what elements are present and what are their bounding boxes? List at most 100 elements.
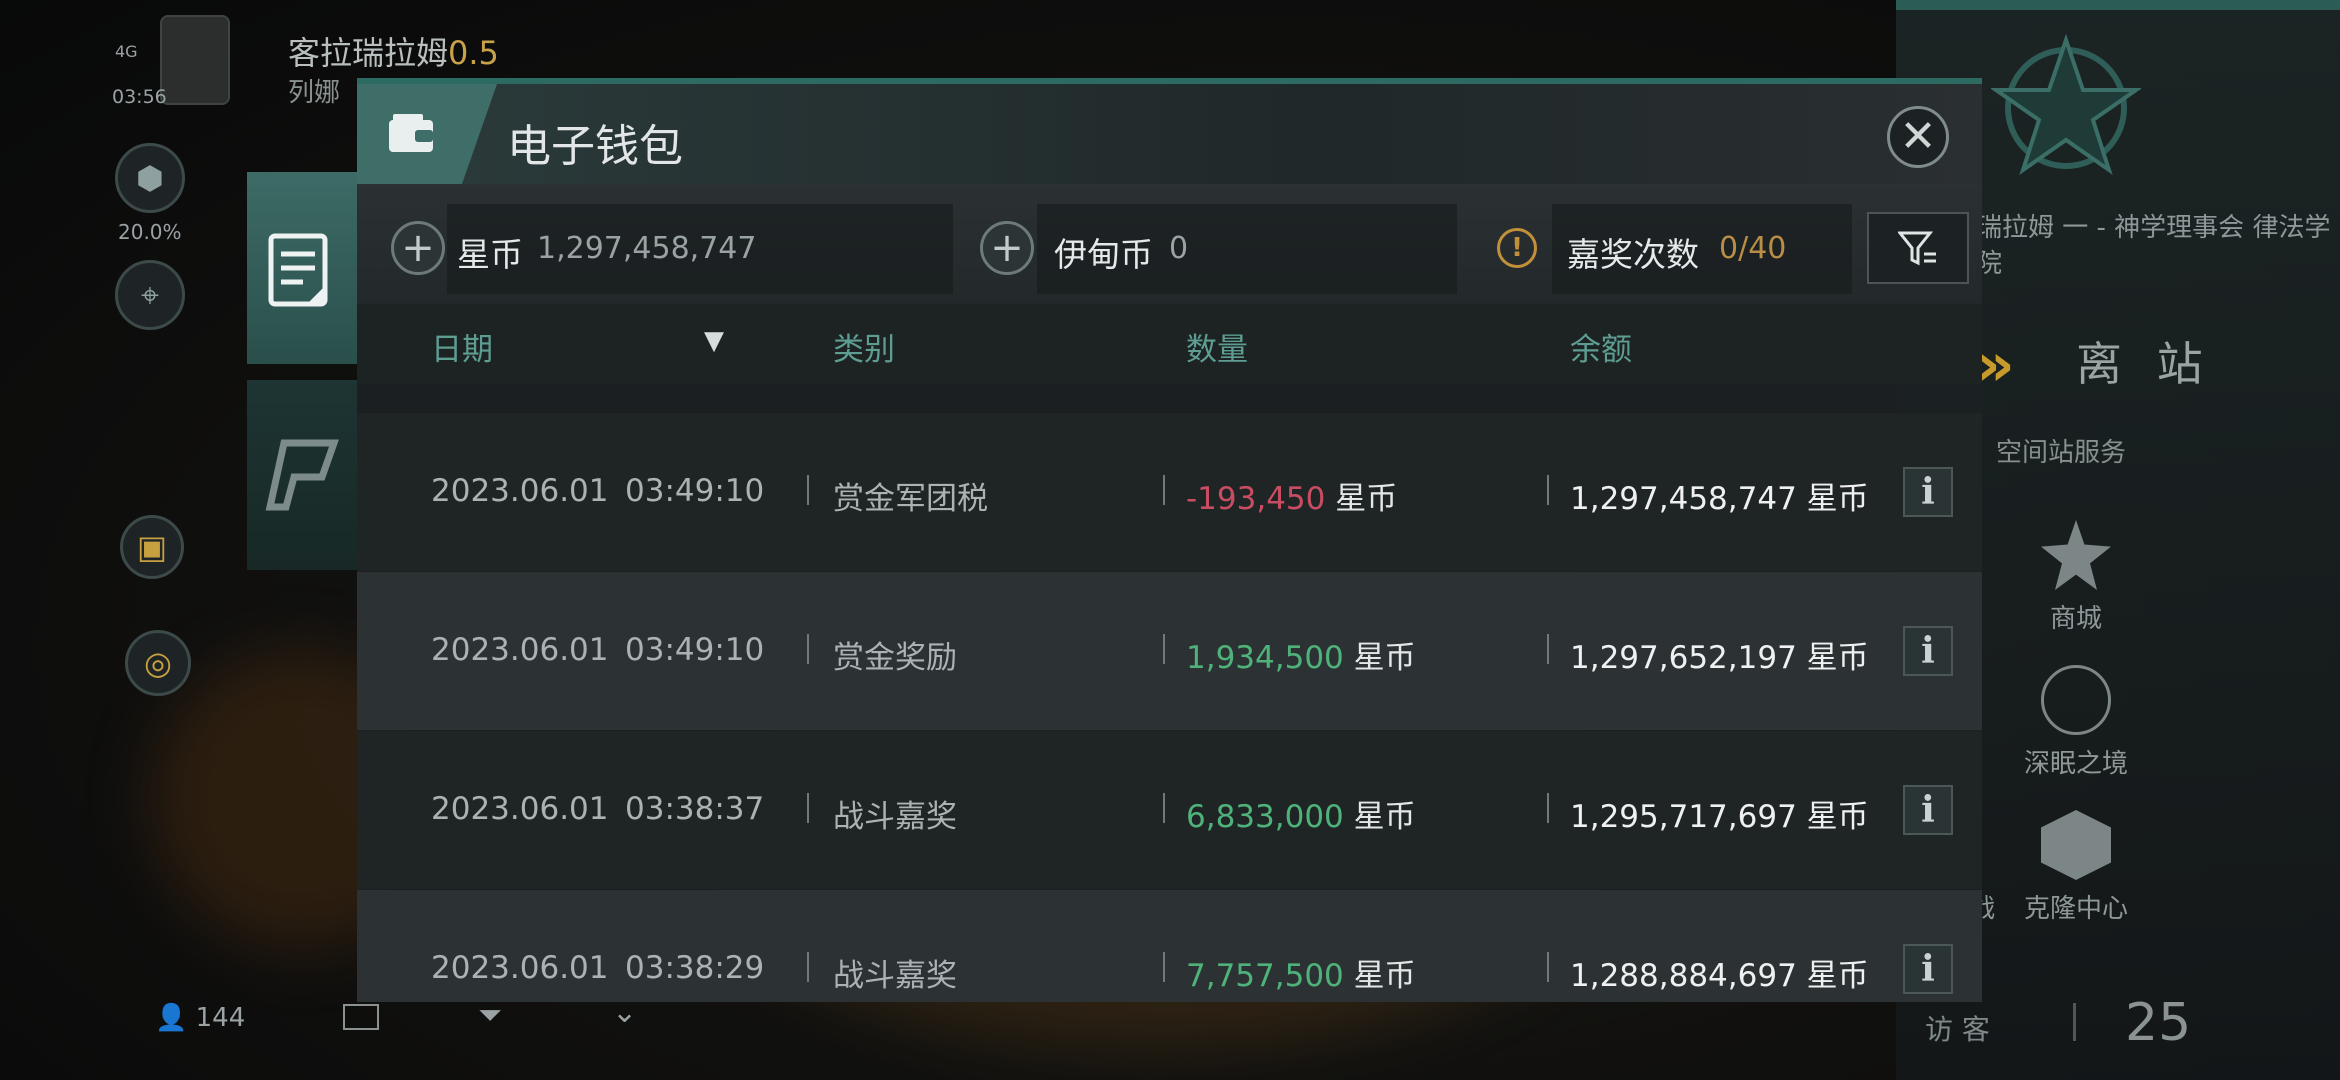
signal-indicator: 4G [115,42,138,61]
close-icon: ✕ [1899,111,1937,162]
amount-value: -193,450 [1186,481,1326,517]
plus-icon: + [990,225,1024,271]
player-name-text: 客拉瑞拉姆 [288,34,449,72]
table-row[interactable]: 2023.06.01 03:38:29 战斗嘉奖 7,757,500 星币 1,… [357,890,1982,1002]
info-button[interactable]: i [1903,626,1953,676]
table-row[interactable]: 2023.06.01 03:38:37 战斗嘉奖 6,833,000 星币 1,… [357,731,1982,889]
info-button[interactable]: i [1903,785,1953,835]
row-time: 03:49:10 [625,473,765,509]
row-balance: 1,297,458,747 星币 [1570,481,1869,517]
amount-unit: 星币 [1353,958,1416,994]
user-icon: 👤 [155,1003,188,1033]
cargo-percent: 20.0% [118,220,182,244]
column-header-amount: 数量 [1186,332,1248,368]
amount-unit: 星币 [1353,640,1416,676]
row-balance: 1,297,652,197 星币 [1570,640,1869,676]
divider [1163,952,1165,982]
divider [807,952,809,982]
sort-chevron-down-icon[interactable]: ▼ [704,326,724,356]
row-time: 03:38:29 [625,950,765,986]
column-header-date[interactable]: 日期 [431,324,493,369]
info-icon: i [1921,471,1935,513]
service-item-clone-center[interactable]: 克隆中心 [2016,810,2136,925]
divider [807,793,809,823]
close-button[interactable]: ✕ [1887,106,1949,168]
corporation-emblem-icon [1991,33,2141,176]
visitor-count[interactable]: 25 [2125,993,2191,1053]
amount-value: 1,934,500 [1186,640,1344,676]
row-balance: 1,295,717,697 星币 [1570,799,1869,835]
row-date: 2023.06.01 [431,473,609,509]
eden-coin-value: 0 [1169,231,1189,266]
location-pin-icon[interactable]: ⌖ [115,260,185,330]
currency-summary: + 星币 1,297,458,747 + 伊甸币 0 ! 嘉奖次数 0/40 [357,184,1982,304]
divider [1547,793,1549,823]
tab-plex[interactable] [247,380,357,570]
security-status: 0.5 [448,34,499,72]
wallet-dialog: 电子钱包 ✕ + 星币 1,297,458,747 + 伊甸币 0 ! 嘉奖次数… [357,78,1982,1002]
filter-button[interactable] [1867,212,1969,284]
add-star-coin-button[interactable]: + [391,221,445,275]
dialog-title: 电子钱包 [507,121,683,172]
gift-icon[interactable]: ▣ [120,515,184,579]
divider [1547,475,1549,505]
service-item-label: 商城 [2049,604,2102,634]
shop-icon [2041,520,2111,590]
dialog-header: 电子钱包 ✕ [357,84,1982,184]
table-header: 日期 ▼ 类别 数量 余额 [357,304,1982,384]
mail-icon[interactable] [343,1004,379,1030]
info-icon: i [1921,630,1935,672]
divider [1547,634,1549,664]
eden-coin-label: 伊甸币 [1054,235,1153,274]
service-item-deep-sleep[interactable]: 深眠之境 [2016,665,2136,780]
divider [1163,793,1165,823]
info-button[interactable]: i [1903,944,1953,994]
station-services-label: 空间站服务 [1996,438,2127,468]
row-category: 赏金奖励 [833,640,957,676]
row-time: 03:38:37 [625,791,765,827]
player-name[interactable]: 客拉瑞拉姆0.5 [288,28,499,74]
divider [807,634,809,664]
add-eden-coin-button[interactable]: + [980,221,1034,275]
divider [1163,634,1165,664]
clock: 03:56 [112,86,167,108]
row-category: 战斗嘉奖 [833,958,957,994]
wallet-badge [357,84,497,184]
info-button[interactable]: i [1903,467,1953,517]
service-item-shop[interactable]: 商城 [2016,520,2136,635]
row-amount: 6,833,000 星币 [1186,791,1416,836]
online-count-text: 144 [195,1003,246,1033]
table-row[interactable]: 2023.06.01 03:49:10 赏金军团税 -193,450 星币 1,… [357,413,1982,571]
amount-value: 7,757,500 [1186,958,1344,994]
tab-wallet-history[interactable] [247,172,357,364]
row-time: 03:49:10 [625,632,765,668]
info-icon: i [1921,789,1935,831]
cargo-icon[interactable]: ⬢ [115,143,185,213]
station-name: 瑞拉姆 一 - 神学理事会 律法学院 [1976,213,2331,279]
target-icon[interactable]: ◎ [125,630,191,696]
plex-icon [265,439,339,511]
row-date: 2023.06.01 [431,950,609,986]
row-category: 赏金军团税 [833,481,988,517]
star-coin-value: 1,297,458,747 [537,231,757,266]
reward-count-value: 0/40 [1719,231,1787,266]
row-date: 2023.06.01 [431,632,609,668]
player-portrait[interactable] [160,15,230,105]
wallet-icon [389,114,433,152]
filter-icon [1898,231,1936,266]
table-row[interactable]: 2023.06.01 03:49:10 赏金奖励 1,934,500 星币 1,… [357,572,1982,730]
divider [1163,475,1165,505]
column-header-category: 类别 [833,332,895,368]
filter-small-icon[interactable]: ⏷ [478,998,502,1033]
alert-icon[interactable]: ! [1497,228,1537,268]
divider [807,475,809,505]
online-count[interactable]: 👤 144 [155,1003,245,1033]
row-balance: 1,288,884,697 星币 [1570,958,1869,994]
visitor-label: 访 客 [1925,1013,1990,1046]
amount-value: 6,833,000 [1186,799,1344,835]
deep-sleep-icon [2041,665,2111,735]
station-panel-accent [1896,0,2340,10]
undock-button[interactable]: 离 站 [2076,328,2213,394]
plus-icon: + [401,225,435,271]
amount-unit: 星币 [1335,481,1398,517]
